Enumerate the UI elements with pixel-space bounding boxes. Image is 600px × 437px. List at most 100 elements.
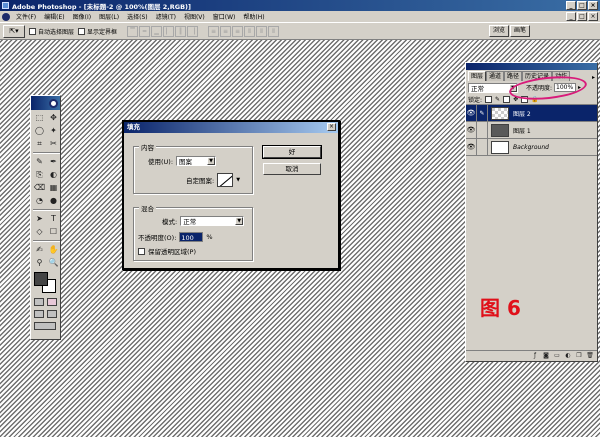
palette-tab-brushes[interactable]: 画笔	[509, 25, 530, 37]
menu-help[interactable]: 帮助(H)	[239, 12, 268, 21]
palette-tab-browser[interactable]: 浏览	[488, 25, 509, 37]
close-button[interactable]: ×	[588, 1, 598, 10]
align-hcenter-icon[interactable]: ║	[175, 25, 187, 37]
gradient-tool-icon[interactable]: ▦	[47, 182, 60, 194]
cancel-button[interactable]: 取消	[263, 163, 321, 175]
layer-row[interactable]: 👁 ✎ 图层 2	[466, 104, 597, 122]
layer-row[interactable]: 👁 图层 1	[466, 121, 597, 139]
lock-transparency-checkbox[interactable]	[485, 95, 493, 103]
chevron-down-icon[interactable]: ▼	[207, 157, 216, 165]
distribute-bottom-icon[interactable]: ≡	[232, 25, 244, 37]
dialog-close-button[interactable]: ×	[327, 123, 336, 131]
move-tool-icon[interactable]: ✥	[47, 112, 60, 124]
toolbox-header[interactable]	[31, 96, 60, 110]
checkbox-box[interactable]	[78, 27, 86, 35]
paintbrush-icon[interactable]: ✎	[477, 104, 488, 122]
path-selection-tool-icon[interactable]: ➤	[33, 213, 46, 225]
lasso-tool-icon[interactable]: ◯	[33, 125, 46, 137]
use-select[interactable]: 图案 ▼	[176, 156, 217, 166]
distribute-hcenter-icon[interactable]: ⫴	[256, 25, 268, 37]
menu-window[interactable]: 窗口(W)	[209, 12, 240, 21]
palette-menu-icon[interactable]: ▸	[592, 74, 597, 81]
align-top-icon[interactable]: ▔	[127, 25, 139, 37]
hand-tool-icon[interactable]: ⚲	[33, 257, 46, 269]
lock-pixels-icon[interactable]: ✎	[495, 96, 500, 103]
document-icon[interactable]	[2, 12, 10, 21]
ok-button[interactable]: 好	[262, 145, 322, 159]
layer-style-icon[interactable]: ƒ	[531, 352, 539, 360]
chevron-down-icon[interactable]: ▼	[235, 217, 244, 225]
pen-tool-icon[interactable]: ◇	[33, 226, 46, 238]
eye-icon[interactable]: 👁	[466, 138, 477, 156]
opacity-input[interactable]: 100	[179, 232, 204, 242]
trash-icon[interactable]: 🗑	[586, 352, 594, 360]
auto-select-checkbox[interactable]: 自动选择图层	[29, 27, 74, 36]
magic-wand-tool-icon[interactable]: ✦	[47, 125, 60, 137]
align-right-icon[interactable]: ▕	[187, 25, 199, 37]
show-bounds-checkbox[interactable]: 显示定界框	[78, 27, 117, 36]
brush-tool-icon[interactable]: ✒	[47, 156, 60, 168]
doc-minimize-button[interactable]: _	[566, 12, 576, 21]
move-tool-icon[interactable]: ⇱▾	[3, 24, 25, 38]
pattern-swatch[interactable]	[217, 173, 234, 187]
link-cell[interactable]	[477, 138, 488, 156]
layer-set-icon[interactable]: ▭	[553, 352, 561, 360]
foreground-color-swatch[interactable]	[34, 272, 48, 286]
layer-mask-icon[interactable]: ◙	[542, 352, 550, 360]
menu-filter[interactable]: 滤镜(T)	[152, 12, 180, 21]
eye-icon[interactable]: 👁	[466, 121, 477, 139]
menu-image[interactable]: 图像(I)	[69, 12, 95, 21]
eyedropper-tool-icon[interactable]: ✋	[47, 244, 60, 256]
preserve-row[interactable]: 保留透明区域(P)	[138, 246, 196, 256]
tab-layers[interactable]: 图层	[468, 71, 487, 81]
jump-to-imageready-icon[interactable]	[34, 322, 56, 330]
menu-layer[interactable]: 图层(L)	[95, 12, 123, 21]
adjustment-layer-icon[interactable]: ◐	[564, 352, 572, 360]
menu-file[interactable]: 文件(F)	[12, 12, 40, 21]
crop-tool-icon[interactable]: ⌗	[33, 138, 46, 150]
align-left-icon[interactable]: ▏	[163, 25, 175, 37]
doc-restore-button[interactable]: □	[577, 12, 587, 21]
full-screen-menu-icon[interactable]	[47, 310, 57, 318]
maximize-button[interactable]: □	[577, 1, 587, 10]
notes-tool-icon[interactable]: ✍	[33, 244, 46, 256]
chevron-down-icon[interactable]: ▼	[236, 177, 240, 183]
shape-tool-icon[interactable]: ☐	[47, 226, 60, 238]
zoom-tool-icon[interactable]: 🔍	[47, 257, 60, 269]
blur-tool-icon[interactable]: ◔	[33, 195, 46, 207]
checkbox-box[interactable]	[29, 27, 36, 35]
standard-screen-icon[interactable]	[34, 310, 44, 318]
type-tool-icon[interactable]: T	[47, 213, 60, 225]
marquee-tool-icon[interactable]: ⬚	[33, 112, 46, 124]
link-cell[interactable]	[477, 121, 488, 139]
distribute-top-icon[interactable]: ≡	[208, 25, 220, 37]
distribute-vcenter-icon[interactable]: ≡	[220, 25, 232, 37]
history-brush-tool-icon[interactable]: ◐	[47, 169, 60, 181]
new-layer-icon[interactable]: ❐	[575, 352, 583, 360]
dodge-tool-icon[interactable]: ●	[47, 195, 60, 207]
menu-select[interactable]: 选择(S)	[123, 12, 152, 21]
photoshop-eye-icon[interactable]	[49, 98, 58, 108]
layers-palette-header[interactable]	[466, 63, 597, 70]
lock-position-checkbox[interactable]	[503, 95, 511, 103]
mode-select[interactable]: 正常 ▼	[180, 216, 245, 226]
standard-mode-icon[interactable]	[34, 298, 44, 306]
clone-stamp-tool-icon[interactable]: ⎘	[33, 169, 46, 181]
preserve-checkbox[interactable]	[138, 247, 145, 255]
tab-paths[interactable]: 路径	[504, 71, 523, 81]
layer-row[interactable]: 👁 Background	[466, 138, 597, 156]
quick-mask-mode-icon[interactable]	[47, 298, 57, 306]
distribute-right-icon[interactable]: ⫴	[268, 25, 280, 37]
minimize-button[interactable]: _	[566, 1, 576, 10]
distribute-left-icon[interactable]: ⫴	[244, 25, 256, 37]
eraser-tool-icon[interactable]: ⌫	[33, 182, 46, 194]
slice-tool-icon[interactable]: ✂	[47, 138, 60, 150]
align-bottom-icon[interactable]: ▁	[151, 25, 163, 37]
eye-icon[interactable]: 👁	[466, 104, 477, 122]
tab-channels[interactable]: 通道	[486, 71, 505, 81]
align-vcenter-icon[interactable]: ═	[139, 25, 151, 37]
healing-brush-tool-icon[interactable]: ✎	[33, 156, 46, 168]
menu-edit[interactable]: 编辑(E)	[40, 12, 68, 21]
doc-close-button[interactable]: ×	[588, 12, 598, 21]
menu-view[interactable]: 视图(V)	[180, 12, 209, 21]
